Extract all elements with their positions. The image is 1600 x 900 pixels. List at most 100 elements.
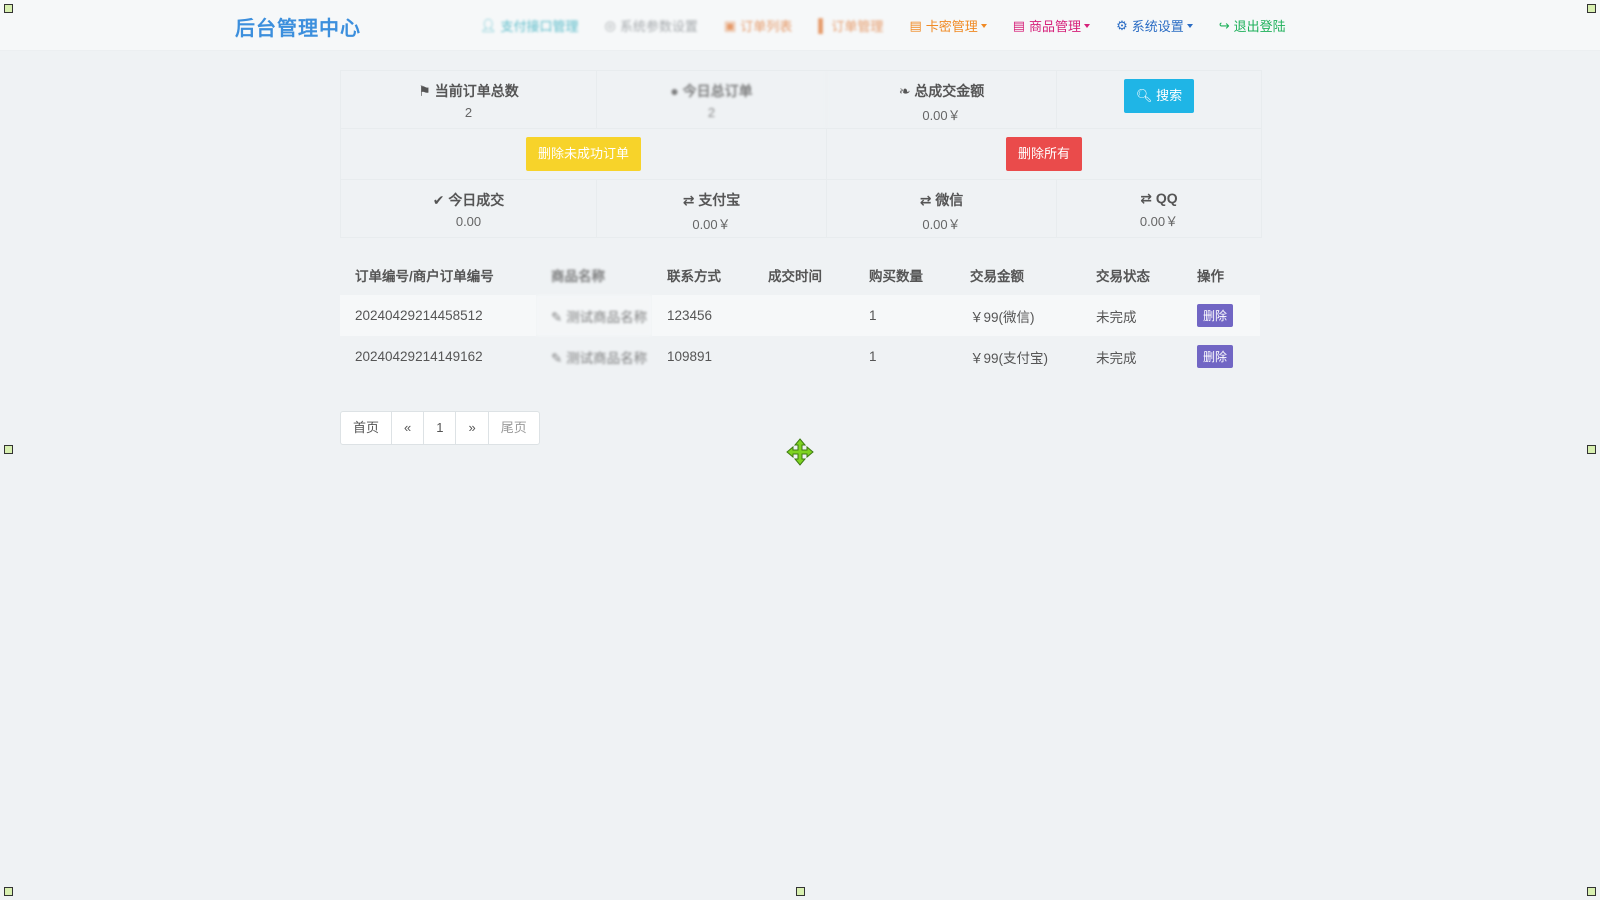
nav-label: 订单管理 [831,19,884,34]
search-icon: 🔍︎ [1135,88,1153,103]
resize-handle-top-right[interactable] [1587,4,1596,13]
stat-label: 今日总订单 [682,83,753,99]
chevron-down-icon [980,23,987,28]
nav-label: 商品管理 [1029,19,1082,34]
stats-panel: ⚑ 当前订单总数 2 ● 今日总订单 2 ❧ 总成交金额 0.00￥ 🔍︎ 搜索… [340,70,1262,238]
move-icon[interactable] [786,438,814,466]
nav-item-system-settings[interactable]: ⚙ 系统设置 [1116,16,1193,35]
brand-title[interactable]: 后台管理中心 [235,12,361,41]
stat-value: 0.00￥ [692,217,731,232]
leaf-icon: ❧ [898,83,911,99]
pager-prev[interactable]: « [392,412,425,444]
delete-unpaid-button[interactable]: 删除未成功订单 [525,137,641,171]
card-icon: ▤ [909,17,922,33]
nav-label: 支付接口管理 [500,19,579,34]
amount: ￥99(支付宝) [970,350,1049,366]
circle-icon: ● [670,83,679,99]
col-time: 成交时间 [768,269,822,284]
nav-item-card-manage[interactable]: ▤ 卡密管理 [909,16,987,35]
pager-next[interactable]: » [456,412,489,444]
nav-item-system-params[interactable]: ◎ 系统参数设置 [605,16,698,35]
order-no: 20240429214458512 [340,295,536,336]
resize-handle-bottom-left[interactable] [4,887,13,896]
stat-value: 2 [707,105,716,120]
delete-row-button[interactable]: 删除 [1197,345,1234,368]
list-icon: ▣ [723,17,737,33]
status: 未完成 [1081,295,1182,336]
stat-wechat: ⇄ 微信 0.00￥ [827,180,1057,237]
col-qty: 购买数量 [869,269,923,284]
stat-today-orders: ● 今日总订单 2 [597,71,827,128]
product-cell: ✎ 测试商品名称 [536,336,652,377]
nav-item-goods-manage[interactable]: ▤ 商品管理 [1012,16,1091,35]
col-order-no: 订单编号/商户订单编号 [355,269,494,284]
nav-item-order-manage[interactable]: ▌ 订单管理 [818,16,883,35]
nav-label: 退出登陆 [1233,19,1286,34]
resize-handle-left[interactable] [4,445,13,454]
check-icon: ✔ [432,192,445,208]
quantity: 1 [869,349,877,364]
resize-handle-bottom-right[interactable] [1587,887,1596,896]
action-cell: 删除 [1182,336,1260,377]
pager-page-1[interactable]: 1 [424,412,457,444]
col-status: 交易状态 [1096,269,1150,284]
deal-time [753,295,854,336]
search-button[interactable]: 🔍︎ 搜索 [1123,79,1195,113]
chevron-down-icon [1186,23,1193,28]
retweet-icon: ⇄ [682,192,695,208]
contact: 123456 [652,295,753,336]
stat-alipay: ⇄ 支付宝 0.00￥ [597,180,827,237]
col-action: 操作 [1197,269,1224,284]
retweet-icon: ⇄ [1140,190,1153,206]
nav-item-logout[interactable]: ↪ 退出登陆 [1219,16,1286,35]
stat-total-amount: ❧ 总成交金额 0.00￥ [827,71,1057,128]
search-label: 搜索 [1156,88,1183,103]
settings-circle-icon: ◎ [604,17,616,33]
deal-time [753,336,854,377]
pager-first[interactable]: 首页 [341,412,393,444]
contact: 109891 [667,349,713,364]
stat-value: 0.00￥ [922,108,961,123]
stat-value: 2 [464,105,473,120]
pagination: 首页 « 1 » 尾页 [340,411,540,445]
gear-icon: ⚙ [1116,17,1128,33]
nav-label: 卡密管理 [925,19,978,34]
logout-icon: ↪ [1218,17,1230,33]
stat-label: 今日成交 [448,192,505,208]
delete-row-button[interactable]: 删除 [1197,304,1234,327]
resize-handle-right[interactable] [1587,445,1596,454]
delete-all-button[interactable]: 删除所有 [1005,137,1082,171]
nav-item-order-list[interactable]: ▣ 订单列表 [724,16,792,35]
flag-icon: ⚑ [418,83,431,99]
stat-label: 当前订单总数 [434,83,519,99]
order-no: 20240429214149162 [355,349,483,364]
stat-label: 微信 [935,192,964,208]
stat-label: 总成交金额 [914,83,985,99]
col-contact: 联系方式 [667,269,721,284]
table-row: 20240429214458512 ✎ 测试商品名称 123456 1 ￥99(… [340,295,1260,336]
retweet-icon: ⇄ [919,192,932,208]
resize-handle-bottom[interactable] [796,887,805,896]
quantity: 1 [854,295,955,336]
goods-icon: ▤ [1012,17,1026,33]
status: 未完成 [1096,350,1137,366]
col-amount: 交易金额 [970,269,1024,284]
resize-handle-top-left[interactable] [4,4,13,13]
stat-total-orders: ⚑ 当前订单总数 2 [341,71,597,128]
stat-value: 0.00￥ [1139,214,1179,229]
nav-label: 系统设置 [1131,19,1184,34]
search-cell: 🔍︎ 搜索 [1057,71,1261,128]
nav-item-payment-interface[interactable]: 👤︎ 支付接口管理 [480,16,579,35]
product-cell: ✎ 测试商品名称 [536,295,652,336]
amount: ￥99(微信) [955,295,1081,336]
delete-unpaid-cell: 删除未成功订单 [341,129,827,179]
product-name: 测试商品名称 [566,309,648,325]
pager-last[interactable]: 尾页 [489,412,539,444]
product-name: 测试商品名称 [566,350,648,366]
chevron-down-icon [1084,23,1091,28]
stat-label: QQ [1155,190,1178,206]
nav-label: 订单列表 [740,19,793,34]
orders-table: 订单编号/商户订单编号 商品名称 联系方式 成交时间 购买数量 交易金额 交易状… [340,255,1260,377]
stat-label: 支付宝 [698,192,741,208]
table-header-row: 订单编号/商户订单编号 商品名称 联系方式 成交时间 购买数量 交易金额 交易状… [340,255,1260,295]
